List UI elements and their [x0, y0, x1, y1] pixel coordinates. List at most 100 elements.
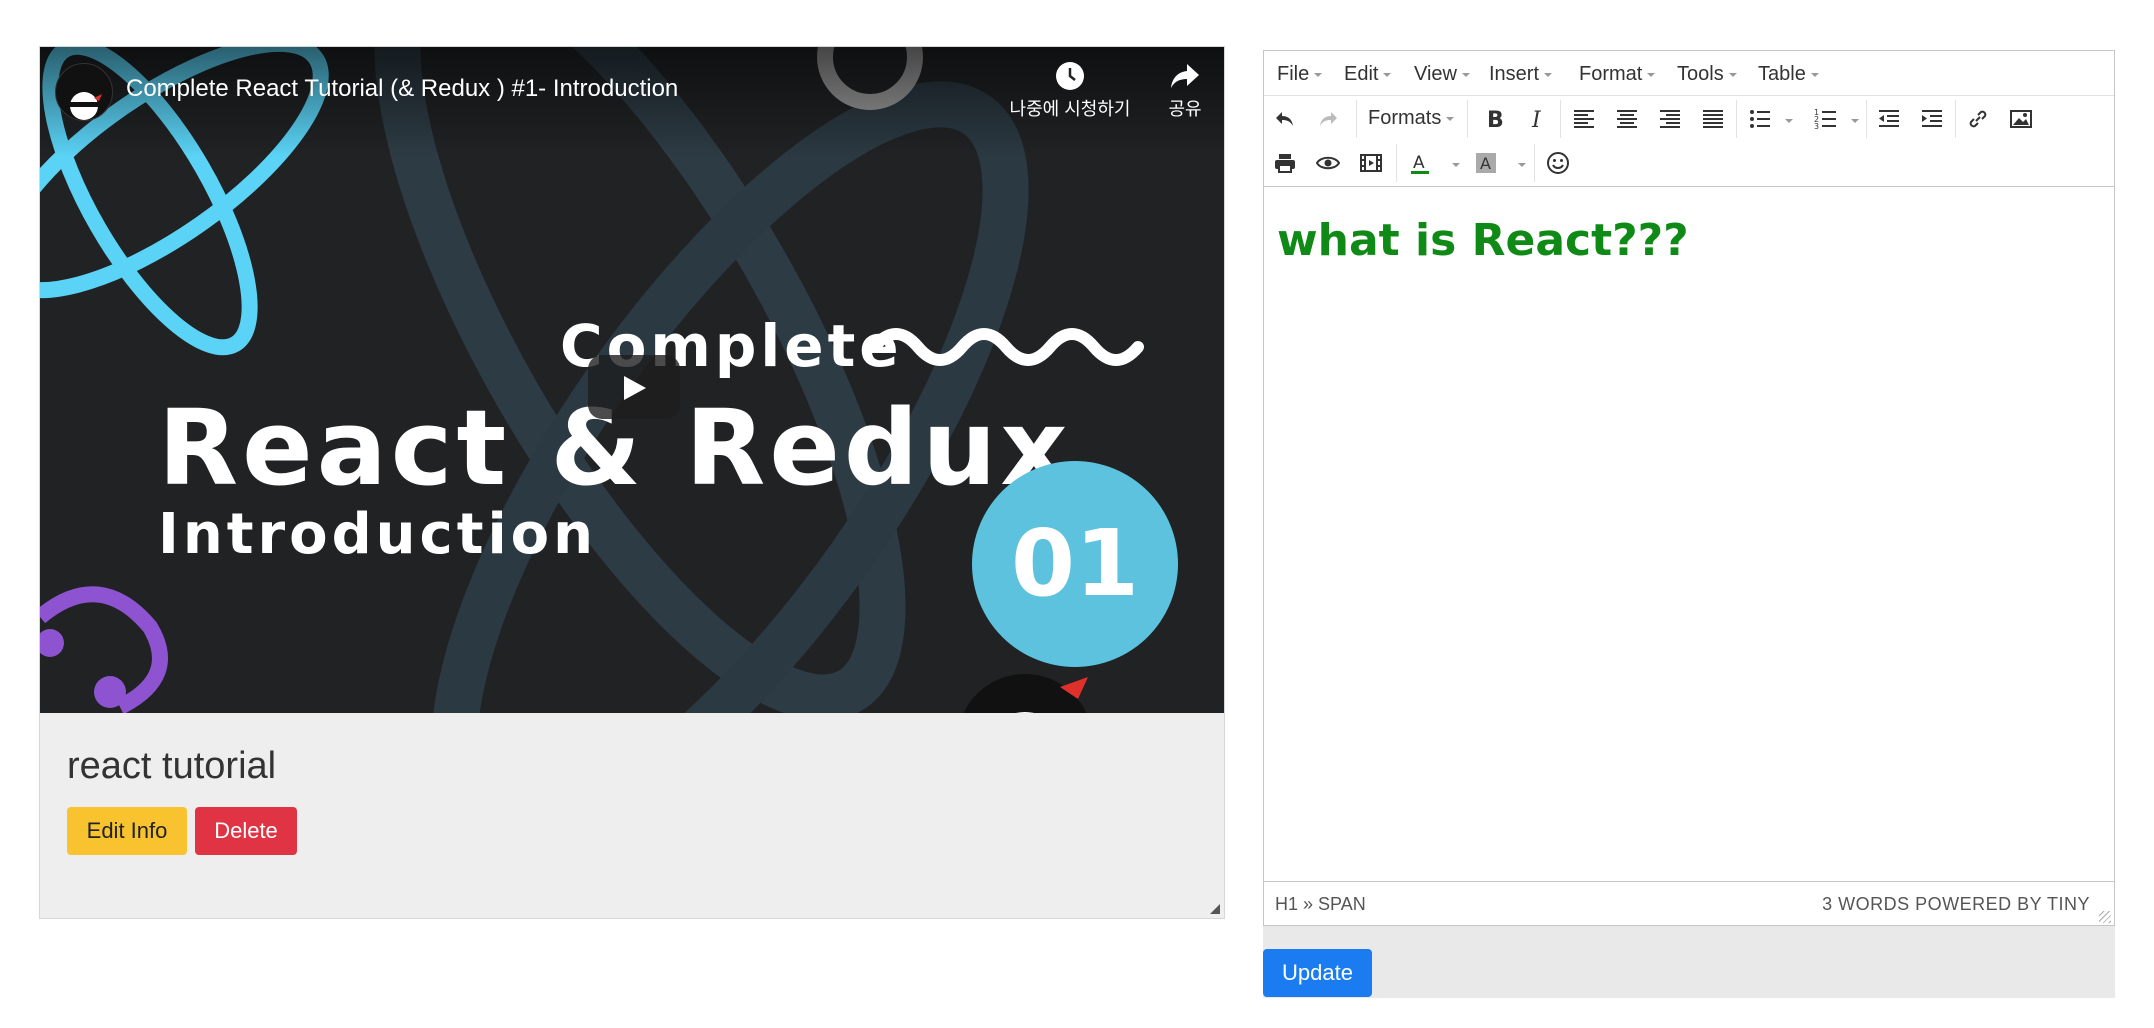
menu-table-label: Table [1758, 63, 1806, 85]
align-center-button[interactable] [1610, 102, 1644, 136]
editor-resize-handle-icon[interactable] [2099, 911, 2111, 923]
bullet-list-button[interactable] [1743, 102, 1777, 136]
numbered-list-dropdown-icon[interactable] [1851, 119, 1859, 123]
image-icon [2010, 110, 2032, 128]
menu-format-label: Format [1579, 63, 1643, 85]
menu-format[interactable]: Format [1579, 63, 1656, 86]
menu-edit[interactable]: Edit [1344, 63, 1392, 86]
caret-down-icon [1647, 72, 1656, 77]
card-title: react tutorial [67, 745, 277, 787]
menu-file-label: File [1277, 63, 1310, 85]
link-button[interactable] [1961, 102, 1995, 136]
text-color-dropdown-icon[interactable] [1452, 163, 1460, 167]
editor-content-heading[interactable]: what is React??? [1277, 215, 1689, 266]
align-left-button[interactable] [1567, 102, 1601, 136]
svg-text:A: A [1480, 154, 1491, 173]
align-left-icon [1574, 110, 1594, 128]
align-right-icon [1660, 110, 1680, 128]
menu-edit-label: Edit [1344, 63, 1379, 85]
numbered-list-button[interactable]: 123 [1809, 102, 1843, 136]
menu-view[interactable]: View [1414, 63, 1470, 86]
media-icon [1360, 154, 1382, 172]
print-button[interactable] [1268, 146, 1302, 180]
image-button[interactable] [2004, 102, 2038, 136]
menu-file[interactable]: File [1277, 63, 1323, 86]
toolbar-separator [1560, 100, 1561, 138]
formats-dropdown[interactable]: Formats [1368, 107, 1455, 130]
share-label: 공유 [1168, 99, 1202, 119]
outdent-icon [1879, 110, 1899, 127]
resize-grip-icon[interactable] [1210, 904, 1220, 914]
caret-down-icon [1446, 116, 1455, 121]
menu-tools[interactable]: Tools [1677, 63, 1737, 86]
link-icon [1969, 110, 1987, 128]
svg-text:A: A [1413, 153, 1425, 173]
menu-tools-label: Tools [1677, 63, 1724, 85]
play-button[interactable] [588, 355, 680, 419]
delete-button[interactable]: Delete [195, 807, 297, 855]
numbered-list-icon: 123 [1814, 108, 1836, 131]
toolbar-divider [1264, 186, 2114, 187]
caret-down-icon [1314, 72, 1323, 77]
video-title[interactable]: Complete React Tutorial (& Redux ) #1- I… [126, 75, 678, 103]
svg-text:I: I [1531, 108, 1542, 131]
menu-insert[interactable]: Insert [1489, 63, 1553, 86]
text-color-button[interactable]: A [1403, 146, 1437, 180]
menu-table[interactable]: Table [1758, 63, 1819, 86]
bold-icon: B [1487, 108, 1504, 131]
background-color-dropdown-icon[interactable] [1518, 163, 1526, 167]
thumbnail-episode-number: 01 [972, 461, 1178, 667]
element-path[interactable]: H1 » SPAN [1275, 894, 1366, 915]
word-count-branding: 3 WORDS POWERED BY TINY [1822, 894, 2090, 914]
update-button[interactable]: Update [1263, 949, 1372, 997]
redo-button[interactable] [1311, 102, 1345, 136]
redo-icon [1320, 112, 1337, 126]
caret-down-icon [1383, 72, 1392, 77]
toolbar-separator [1467, 100, 1468, 138]
menu-view-label: View [1414, 63, 1457, 85]
indent-icon [1922, 110, 1942, 127]
share-button[interactable]: 공유 [1155, 61, 1215, 121]
editor-menubar: File Edit View Insert Format Tools Table [1264, 51, 2114, 96]
emoticons-icon [1547, 152, 1569, 174]
caret-down-icon [1728, 72, 1737, 77]
text-color-icon: A [1411, 153, 1429, 174]
toolbar-separator [1534, 144, 1535, 182]
emoticons-button[interactable] [1541, 146, 1575, 180]
bullet-list-dropdown-icon[interactable] [1785, 119, 1793, 123]
align-justify-icon [1703, 110, 1723, 128]
align-right-button[interactable] [1653, 102, 1687, 136]
background-color-button[interactable]: A [1469, 146, 1503, 180]
edit-info-button[interactable]: Edit Info [67, 807, 187, 855]
print-icon [1275, 154, 1295, 173]
toolbar-separator [1356, 100, 1357, 138]
watch-later-button[interactable]: 나중에 시청하기 [1000, 61, 1140, 121]
menu-insert-label: Insert [1489, 63, 1540, 85]
play-icon [624, 376, 646, 400]
indent-button[interactable] [1915, 102, 1949, 136]
ninja-logo-icon [70, 92, 102, 120]
share-icon [1171, 64, 1199, 88]
align-justify-button[interactable] [1696, 102, 1730, 136]
italic-button[interactable]: I [1520, 102, 1554, 136]
background-color-icon: A [1476, 153, 1496, 173]
toolbar-separator [1866, 100, 1867, 138]
media-button[interactable] [1354, 146, 1388, 180]
rich-text-editor: File Edit View Insert Format Tools Table… [1263, 50, 2115, 926]
italic-icon: I [1531, 108, 1542, 131]
outdent-button[interactable] [1872, 102, 1906, 136]
clock-icon [1056, 62, 1084, 90]
formats-label: Formats [1368, 107, 1442, 129]
video-card: Complete React & Redux Introduction 01 C… [39, 46, 1225, 919]
caret-down-icon [1544, 72, 1553, 77]
svg-text:B: B [1487, 108, 1504, 131]
preview-button[interactable] [1311, 146, 1345, 180]
undo-button[interactable] [1268, 102, 1302, 136]
bold-button[interactable]: B [1477, 102, 1511, 136]
thumbnail-text-subtitle: Introduction [158, 502, 598, 567]
youtube-video-player[interactable]: Complete React & Redux Introduction 01 C… [40, 47, 1224, 713]
svg-text:3: 3 [1814, 122, 1819, 131]
align-center-icon [1617, 110, 1637, 128]
toolbar-separator [1396, 144, 1397, 182]
channel-avatar[interactable] [55, 63, 113, 121]
